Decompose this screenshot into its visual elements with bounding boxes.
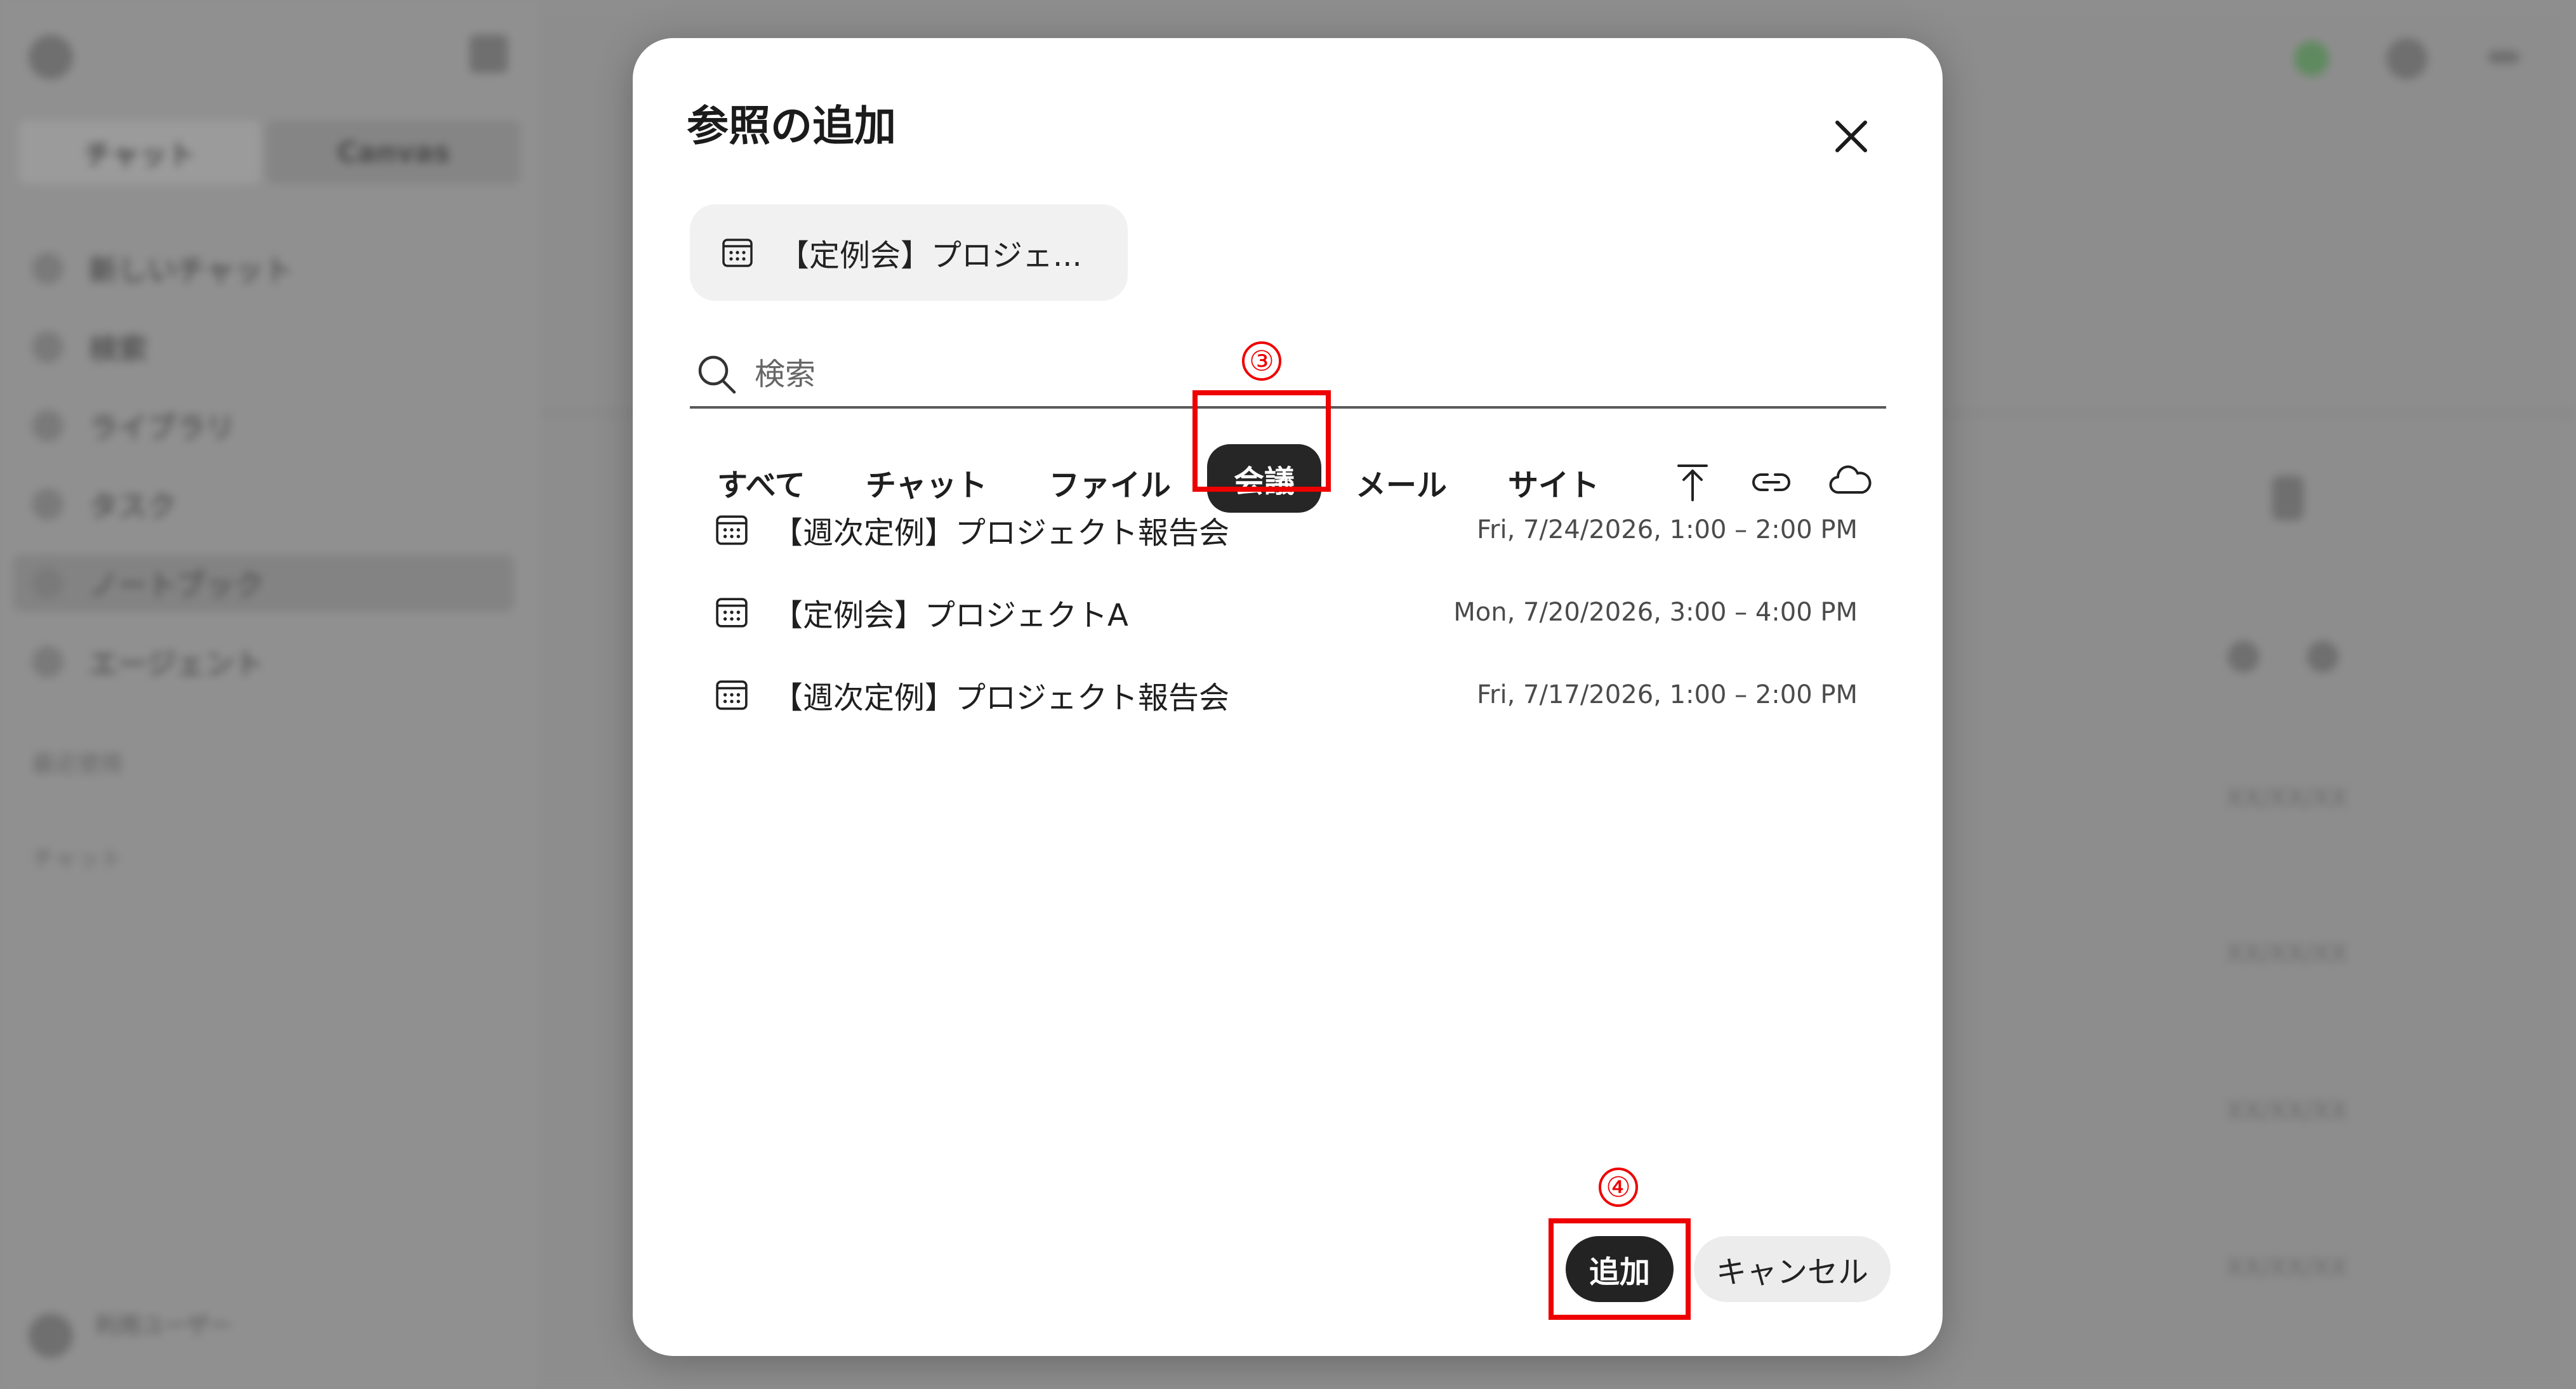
bg-nav-icon xyxy=(32,567,63,599)
bg-nav-item: ライブラリ xyxy=(32,397,235,454)
step3-marker: ③ xyxy=(1242,341,1281,381)
bg-nav-label: 検索 xyxy=(89,332,147,366)
dialog-title: 参照の追加 xyxy=(687,102,896,150)
bg-section-label: 最近使用 xyxy=(32,751,124,777)
bg-sidebar: チャット Canvas 新しいチャット 検索 ライブラリ タスク ノートブック … xyxy=(0,0,539,1389)
bg-more-icon xyxy=(2488,51,2520,63)
bg-date: XX/XX/XX xyxy=(2226,939,2348,968)
calendar-icon xyxy=(716,598,748,628)
chip-label: 【定例会】プロジェ... xyxy=(779,238,1082,273)
bg-nav-label: タスク xyxy=(89,489,176,523)
bg-nav-icon xyxy=(32,489,63,520)
bg-status-icon xyxy=(2294,41,2329,76)
calendar-icon xyxy=(716,515,748,545)
bg-nav-icon xyxy=(32,253,63,284)
meeting-title: 【週次定例】プロジェクト報告会 xyxy=(772,515,1230,551)
bg-avatar xyxy=(29,1313,73,1358)
bg-action-icon xyxy=(2272,476,2304,520)
bg-tab-chat: チャット xyxy=(19,121,260,184)
bg-date: XX/XX/XX xyxy=(2226,1096,2348,1126)
bg-nav-icon xyxy=(32,410,63,442)
bg-nav-item: エージェント xyxy=(32,633,263,690)
highlight-box-step4 xyxy=(1549,1218,1691,1320)
bg-nav-item: 新しいチャット xyxy=(32,240,293,297)
meeting-title: 【定例会】プロジェクトA xyxy=(772,598,1128,633)
cancel-button[interactable]: キャンセル xyxy=(1694,1236,1891,1302)
meeting-item[interactable]: 【週次定例】プロジェクト報告会 Fri, 7/24/2026, 1:00 – 2… xyxy=(715,495,1858,565)
meeting-item[interactable]: 【週次定例】プロジェクト報告会 Fri, 7/17/2026, 1:00 – 2… xyxy=(715,660,1858,730)
bg-nav-icon xyxy=(32,646,63,678)
step4-marker: ④ xyxy=(1599,1168,1638,1207)
bg-date: XX/XX/XX xyxy=(2226,784,2348,813)
calendar-icon xyxy=(722,239,753,267)
highlight-box-step3 xyxy=(1192,390,1331,492)
close-button[interactable] xyxy=(1820,105,1883,168)
close-icon xyxy=(1835,121,1867,152)
calendar-icon xyxy=(716,680,748,710)
bg-nav-item: 検索 xyxy=(32,319,147,376)
meeting-time: Fri, 7/17/2026, 1:00 – 2:00 PM xyxy=(1476,680,1858,709)
bg-nav-label: エージェント xyxy=(89,647,264,681)
bg-nav-icon xyxy=(32,331,63,363)
bg-user-name: 利用ユーザー xyxy=(95,1313,232,1339)
bg-nav-item-active: ノートブック xyxy=(13,555,514,612)
search-icon xyxy=(698,355,736,394)
bg-profile-icon xyxy=(2386,38,2427,79)
selected-reference-chip[interactable]: 【定例会】プロジェ... xyxy=(690,204,1128,301)
meeting-time: Fri, 7/24/2026, 1:00 – 2:00 PM xyxy=(1476,515,1858,544)
bg-date: XX/XX/XX xyxy=(2226,1253,2348,1282)
bg-nav-item: タスク xyxy=(32,476,176,533)
bg-sort-icon xyxy=(2307,641,2339,673)
bg-nav-label: ノートブック xyxy=(89,568,264,602)
meeting-title: 【週次定例】プロジェクト報告会 xyxy=(772,680,1230,716)
bg-nav-label: ライブラリ xyxy=(89,411,235,445)
bg-section-label: チャット xyxy=(32,846,123,872)
meeting-time: Mon, 7/20/2026, 3:00 – 4:00 PM xyxy=(1453,598,1858,627)
bg-tab-canvas: Canvas xyxy=(267,121,520,184)
bg-app-logo-icon xyxy=(29,35,73,79)
add-reference-dialog: 参照の追加 【定例会】プロジェ... すべて チャット ファイル 会議 メール … xyxy=(633,38,1943,1356)
search-input[interactable] xyxy=(753,356,1835,393)
bg-sidebar-toggle-icon xyxy=(470,35,508,73)
meeting-item[interactable]: 【定例会】プロジェクトA Mon, 7/20/2026, 3:00 – 4:00… xyxy=(715,577,1858,647)
bg-nav-label: 新しいチャット xyxy=(89,253,293,287)
bg-filter-icon xyxy=(2228,641,2259,673)
